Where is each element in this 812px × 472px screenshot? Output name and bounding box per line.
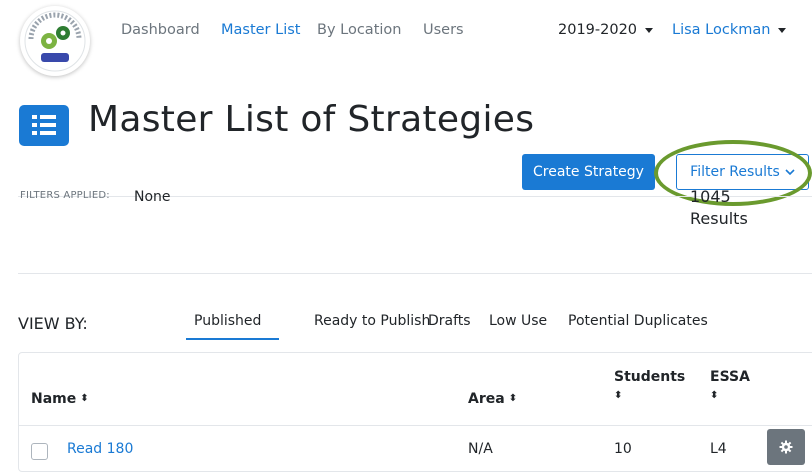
results-count: 1045 Results (690, 186, 748, 230)
column-header-essa[interactable]: ESSA ⬍ (710, 369, 750, 401)
strategy-area: N/A (468, 441, 493, 457)
table-row-divider (18, 425, 812, 426)
strategies-table (18, 352, 812, 472)
column-header-students[interactable]: Students ⬍ (614, 369, 685, 401)
filters-applied-label: FILTERS APPLIED: (20, 190, 110, 201)
column-header-area[interactable]: Area ⬍ (468, 391, 517, 407)
divider (18, 273, 812, 274)
sort-icon: ⬍ (508, 393, 518, 404)
view-by-label: VIEW BY: (18, 314, 88, 333)
column-header-name-label: Name (31, 391, 77, 407)
sort-icon: ⬍ (710, 390, 719, 401)
tab-potential-duplicates[interactable]: Potential Duplicates (568, 313, 708, 329)
sort-icon: ⬍ (80, 393, 89, 404)
nav-users[interactable]: Users (423, 22, 464, 38)
tab-published[interactable]: Published (194, 313, 261, 329)
column-header-area-label: Area (468, 391, 505, 407)
nav-dashboard[interactable]: Dashboard (121, 22, 200, 38)
user-menu[interactable]: Lisa Lockman (672, 22, 787, 38)
nav-by-location[interactable]: By Location (317, 22, 401, 38)
tab-ready-to-publish[interactable]: Ready to Publish (314, 313, 430, 329)
user-name: Lisa Lockman (672, 22, 771, 38)
results-count-number: 1045 (690, 187, 731, 206)
chevron-down-icon (778, 27, 787, 33)
list-icon (19, 105, 69, 146)
filter-results-button[interactable]: Filter Results (676, 154, 809, 190)
year-dropdown[interactable]: 2019-2020 (558, 22, 654, 38)
column-header-name[interactable]: Name ⬍ (31, 391, 89, 407)
column-header-essa-label: ESSA (710, 369, 750, 385)
active-tab-indicator (186, 338, 279, 340)
sort-icon: ⬍ (614, 390, 623, 401)
strategy-students: 10 (614, 441, 632, 457)
year-dropdown-label: 2019-2020 (558, 22, 638, 38)
filters-applied-value: None (134, 189, 171, 205)
column-header-students-label: Students (614, 369, 686, 385)
gear-icon (779, 440, 793, 454)
strategy-bank-logo-icon (24, 10, 86, 72)
tab-drafts[interactable]: Drafts (428, 313, 471, 329)
page-title: Master List of Strategies (88, 99, 535, 140)
chevron-down-icon (785, 168, 795, 175)
nav-master-list[interactable]: Master List (221, 22, 300, 38)
app-logo[interactable] (20, 6, 90, 76)
row-select-checkbox[interactable] (31, 443, 48, 460)
results-count-label: Results (690, 209, 748, 228)
tab-low-use[interactable]: Low Use (489, 313, 547, 329)
strategy-essa: L4 (710, 441, 727, 457)
filter-results-label: Filter Results (690, 164, 780, 180)
create-strategy-button[interactable]: Create Strategy (522, 154, 655, 190)
row-settings-button[interactable] (767, 429, 805, 465)
strategy-name-link[interactable]: Read 180 (67, 441, 133, 457)
chevron-down-icon (645, 27, 654, 33)
